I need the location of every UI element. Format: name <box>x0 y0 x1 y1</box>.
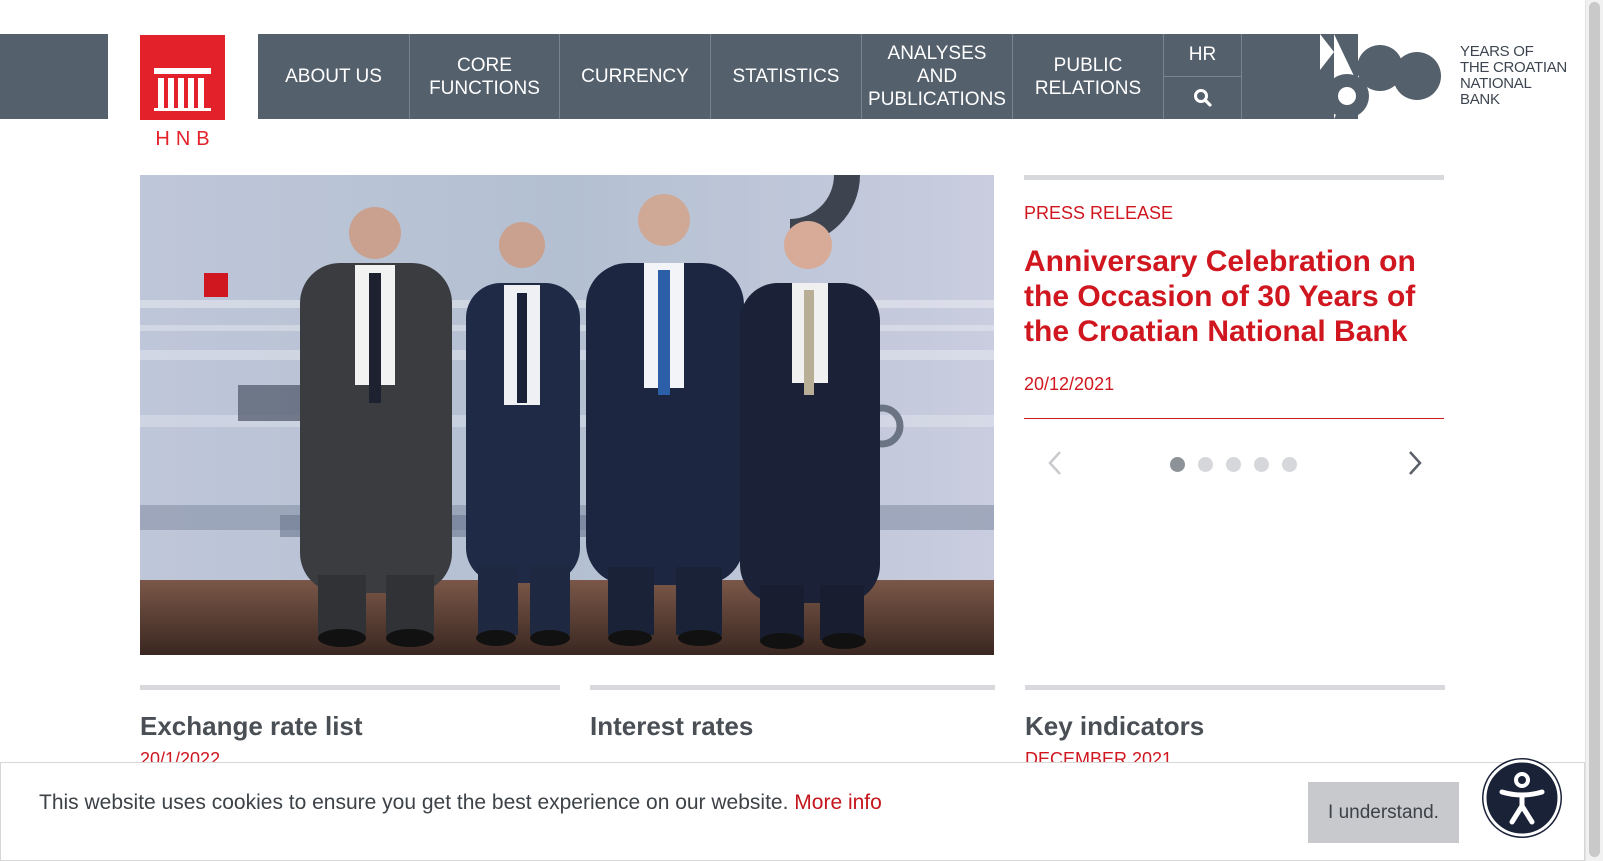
nav-public-relations-label: PUBLIC RELATIONS <box>1034 54 1142 99</box>
key-indicators-rule <box>1025 685 1445 690</box>
language-switch-hr[interactable]: HR <box>1164 34 1241 77</box>
nav-left-bar <box>0 34 108 119</box>
cookie-message: This website uses cookies to ensure you … <box>39 791 882 815</box>
carousel-dots <box>1170 457 1297 472</box>
nav-statistics[interactable]: STATISTICS <box>711 34 862 119</box>
press-top-rule <box>1024 175 1444 180</box>
carousel-prev-button[interactable] <box>1044 448 1066 478</box>
cookie-accept-button[interactable]: I understand. <box>1308 782 1459 843</box>
cookie-banner: This website uses cookies to ensure you … <box>0 762 1585 861</box>
nav-public-relations[interactable]: PUBLIC RELATIONS <box>1013 34 1164 119</box>
nav-currency[interactable]: CURRENCY <box>560 34 711 119</box>
search-icon <box>1193 89 1212 107</box>
nav-utility: HR <box>1164 34 1242 119</box>
anniversary-line1: YEARS OF <box>1460 43 1534 60</box>
nav-analyses-label: ANALYSES AND PUBLICATIONS <box>868 43 1006 110</box>
hnb-logo[interactable]: HNB <box>140 35 225 155</box>
press-release-title[interactable]: Anniversary Celebration on the Occasion … <box>1024 244 1444 349</box>
nav-about-us[interactable]: ABOUT US <box>258 34 410 119</box>
exchange-rate-rule <box>140 685 560 690</box>
interest-rates-title[interactable]: Interest rates <box>590 711 753 742</box>
logo-columns-icon <box>140 35 225 120</box>
carousel-dot-1[interactable] <box>1170 457 1185 472</box>
scrollbar-thumb[interactable] <box>1589 2 1600 857</box>
search-button[interactable] <box>1164 77 1241 119</box>
cookie-message-text: This website uses cookies to ensure you … <box>39 791 789 814</box>
chevron-left-icon <box>1048 451 1061 475</box>
anniversary-line3: NATIONAL <box>1460 75 1532 92</box>
carousel-dot-5[interactable] <box>1282 457 1297 472</box>
hero-photo[interactable] <box>140 175 994 655</box>
exchange-rate-title[interactable]: Exchange rate list <box>140 711 363 742</box>
nav-analyses-publications[interactable]: ANALYSES AND PUBLICATIONS <box>862 34 1013 119</box>
anniversary-line2: THE CROATIAN <box>1460 59 1567 76</box>
interest-rates-rule <box>590 685 995 690</box>
anniversary-text: YEARS OF THE CROATIAN NATIONAL BANK <box>1460 44 1567 108</box>
press-bottom-rule <box>1024 418 1444 419</box>
anniversary-line4: BANK <box>1460 91 1500 108</box>
press-release-label: PRESS RELEASE <box>1024 203 1174 223</box>
carousel-next-button[interactable] <box>1404 448 1426 478</box>
chevron-right-icon <box>1409 451 1422 475</box>
nav-core-functions-label: CORE FUNCTIONS <box>429 54 540 99</box>
logo-text: HNB <box>155 128 216 150</box>
press-release-date: 20/12/2021 <box>1024 374 1115 394</box>
key-indicators-title[interactable]: Key indicators <box>1025 711 1204 742</box>
nav-core-functions[interactable]: CORE FUNCTIONS <box>410 34 560 119</box>
carousel-dot-2[interactable] <box>1198 457 1213 472</box>
accessibility-button[interactable] <box>1482 758 1562 838</box>
carousel-dot-4[interactable] <box>1254 457 1269 472</box>
accessibility-icon <box>1483 759 1561 837</box>
main-navigation: ABOUT US CORE FUNCTIONS CURRENCY STATIST… <box>258 34 1334 119</box>
anniversary-30-logo[interactable] <box>1320 34 1450 119</box>
carousel-dot-3[interactable] <box>1226 457 1241 472</box>
page-scrollbar[interactable] <box>1585 0 1603 861</box>
cookie-more-info-link[interactable]: More info <box>794 791 882 814</box>
